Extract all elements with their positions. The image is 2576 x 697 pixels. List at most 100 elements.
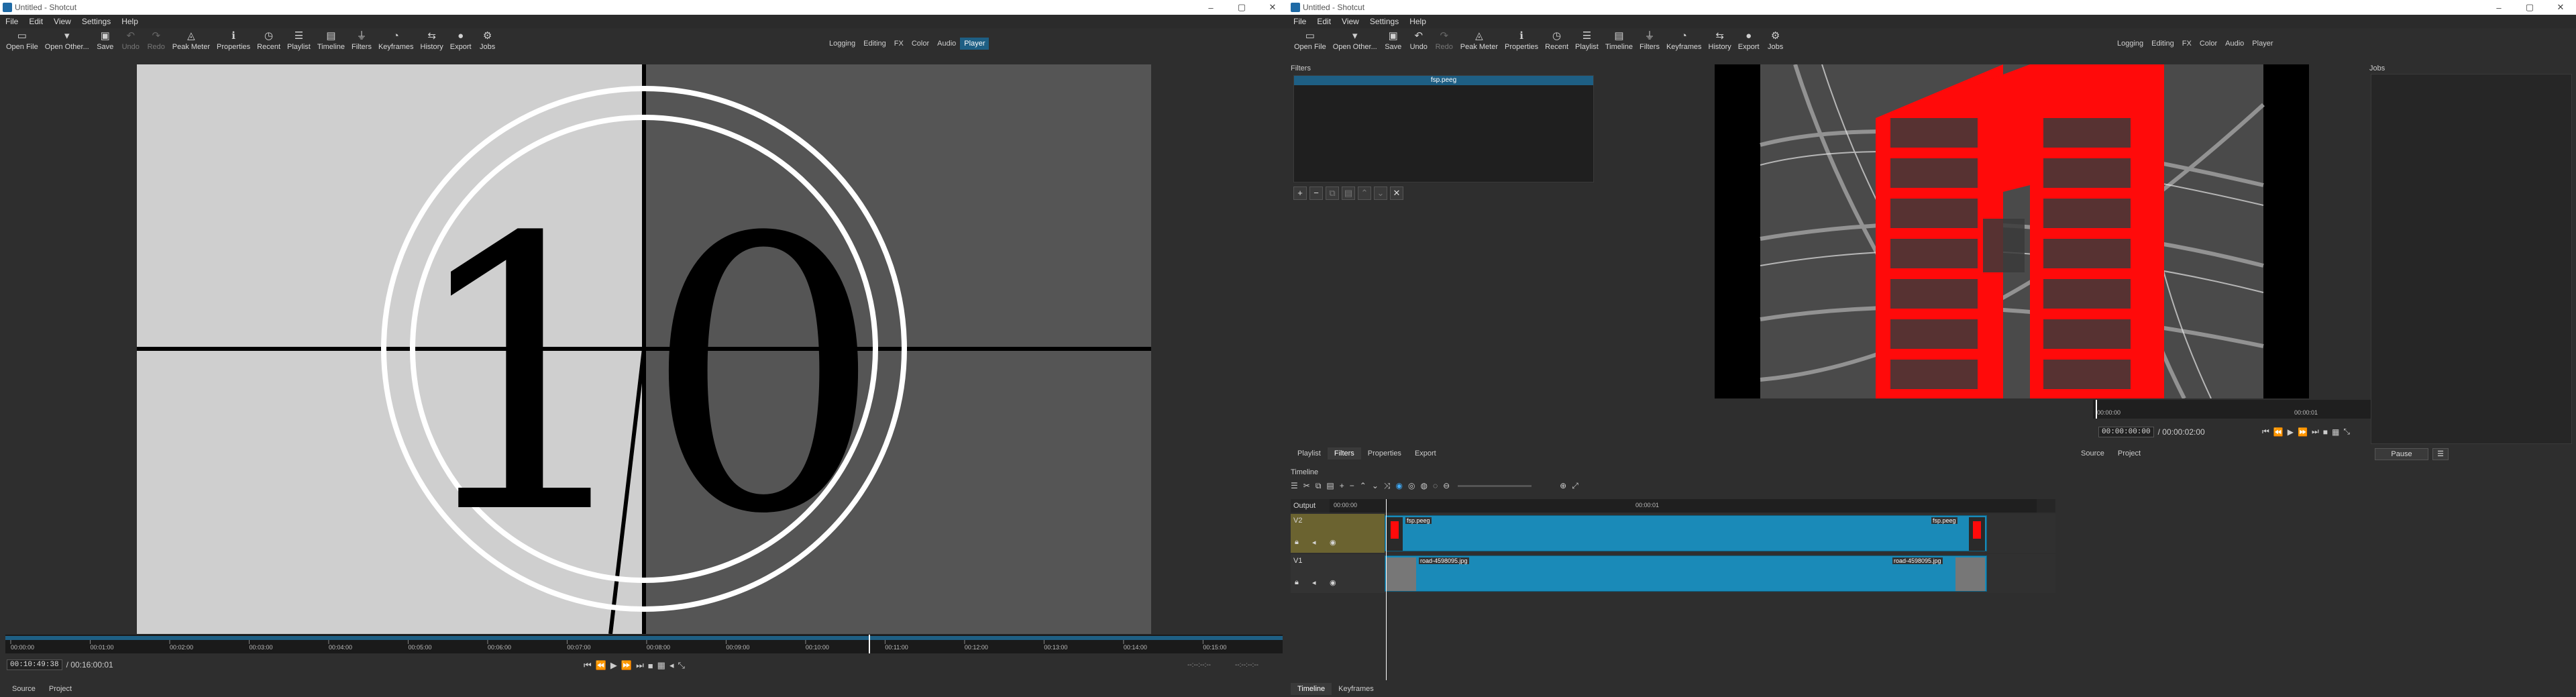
copy-filter-icon[interactable]: ⧉ [1326, 186, 1339, 200]
export-button[interactable]: ● Export [447, 28, 475, 52]
zoom-icon[interactable]: ⤡ [2343, 427, 2350, 437]
menu-file[interactable]: File [0, 17, 23, 26]
zoom-in-icon[interactable]: ⊕ [1560, 481, 1566, 490]
layout-editing[interactable]: Editing [2147, 38, 2178, 50]
remove-filter-button[interactable]: − [1309, 186, 1323, 200]
keyframes-button[interactable]: ◔ Keyframes [1663, 28, 1705, 52]
playlist-button[interactable]: ☰ Playlist [284, 28, 314, 52]
filter-item[interactable]: fsp.peeg [1294, 76, 1593, 85]
tab-keyframes[interactable]: Keyframes [1332, 683, 1381, 695]
undo-button[interactable]: ↶ Undo [1406, 28, 1432, 52]
minimize-button[interactable]: – [1195, 3, 1226, 13]
append-icon[interactable]: + [1340, 481, 1344, 490]
jobs-button[interactable]: ⚙ Jobs [475, 28, 500, 52]
maximize-button[interactable]: ▢ [2514, 2, 2545, 13]
peak-meter-button[interactable]: ◬ Peak Meter [1457, 28, 1501, 52]
project-viewer[interactable] [1715, 64, 2309, 398]
maximize-button[interactable]: ▢ [1226, 2, 1257, 13]
tab-properties[interactable]: Properties [1361, 447, 1408, 460]
grid-icon[interactable]: ▦ [2332, 427, 2339, 437]
zoom-slider[interactable] [1458, 484, 1532, 487]
track-header-v1[interactable]: V1 🔒︎ ◂ ◉ [1291, 554, 1385, 593]
timeline-menu-icon[interactable]: ☰ [1291, 481, 1298, 490]
properties-button[interactable]: ℹ Properties [213, 28, 254, 52]
skip-end-icon[interactable]: ⏭ [636, 660, 644, 671]
tab-export[interactable]: Export [1408, 447, 1443, 460]
jobs-button[interactable]: ⚙ Jobs [1763, 28, 1788, 52]
split-icon[interactable]: ⤨ [1384, 481, 1391, 491]
menu-view[interactable]: View [48, 17, 76, 26]
open-other-button[interactable]: ▾ Open Other... [42, 28, 93, 52]
recent-button[interactable]: ◷ Recent [254, 28, 284, 52]
clip-fsp-peeg[interactable]: fsp.peeg fsp.peeg [1385, 515, 1987, 551]
layout-player[interactable]: Player [960, 38, 989, 50]
layout-fx[interactable]: FX [2178, 38, 2196, 50]
stop-icon[interactable]: ■ [648, 661, 653, 671]
play-icon[interactable]: ▶ [610, 660, 617, 671]
eye-icon[interactable]: ◉ [1330, 578, 1336, 587]
menu-file[interactable]: File [1288, 17, 1311, 26]
layout-logging[interactable]: Logging [825, 38, 859, 50]
pause-button[interactable]: Pause [2375, 448, 2428, 460]
timeline-playhead[interactable] [1386, 499, 1387, 680]
layout-fx[interactable]: FX [890, 38, 908, 50]
filters-list[interactable]: fsp.peeg [1293, 75, 1594, 182]
layout-editing[interactable]: Editing [859, 38, 890, 50]
export-button[interactable]: ● Export [1735, 28, 1763, 52]
copy-icon[interactable]: ⧉ [1316, 481, 1322, 491]
close-button[interactable]: ✕ [1257, 2, 1288, 13]
open-file-button[interactable]: ▭ Open File [1291, 28, 1330, 52]
viewer-playhead[interactable] [2096, 400, 2097, 419]
layout-player[interactable]: Player [2248, 38, 2277, 50]
filters-button[interactable]: ⏚ Filters [348, 28, 375, 52]
add-filter-button[interactable]: + [1293, 186, 1307, 200]
fast-forward-icon[interactable]: ⏩ [621, 660, 632, 671]
lock-icon[interactable]: 🔒︎ [1295, 578, 1299, 587]
skip-start-icon[interactable]: ⏮ [2262, 427, 2269, 437]
stop-icon[interactable]: ■ [2323, 427, 2328, 437]
skip-start-icon[interactable]: ⏮ [584, 660, 592, 671]
redo-button[interactable]: ↷ Redo [144, 28, 169, 52]
tab-project[interactable]: Project [2111, 447, 2147, 460]
history-button[interactable]: ⇆ History [1705, 28, 1735, 52]
menu-edit[interactable]: Edit [23, 17, 48, 26]
zoom-fit-icon[interactable]: ⤢ [1572, 481, 1578, 491]
clip-road-jpg[interactable]: road-4598095.jpg road-4598095.jpg [1385, 555, 1987, 592]
lift-icon[interactable]: ⌃ [1360, 481, 1366, 490]
mute-icon[interactable]: ◂ [1312, 578, 1316, 587]
layout-audio[interactable]: Audio [2221, 38, 2248, 50]
source-viewer[interactable]: 10 [137, 64, 1151, 634]
tab-source[interactable]: Source [5, 683, 42, 695]
menu-settings[interactable]: Settings [76, 17, 116, 26]
zoom-out-icon[interactable]: ⊖ [1443, 481, 1450, 490]
track-header-v2[interactable]: V2 🔒︎ ◂ ◉ [1291, 514, 1385, 553]
volume-icon[interactable]: ◂ [669, 660, 674, 671]
tab-playlist[interactable]: Playlist [1291, 447, 1328, 460]
playlist-button[interactable]: ☰ Playlist [1572, 28, 1602, 52]
save-button[interactable]: ▣ Save [93, 28, 118, 52]
open-other-button[interactable]: ▾ Open Other... [1330, 28, 1381, 52]
properties-button[interactable]: ℹ Properties [1501, 28, 1542, 52]
rewind-icon[interactable]: ⏪ [2273, 427, 2284, 437]
layout-logging[interactable]: Logging [2113, 38, 2147, 50]
redo-button[interactable]: ↷ Redo [1432, 28, 1457, 52]
position-timecode[interactable]: 00:10:49:38 [7, 659, 62, 670]
timeline-button[interactable]: ▤ Timeline [1602, 28, 1636, 52]
remove-icon[interactable]: − [1350, 481, 1354, 490]
cut-icon[interactable]: ✂ [1303, 481, 1310, 490]
overwrite-icon[interactable]: ⌄ [1372, 481, 1379, 490]
lock-icon[interactable]: 🔒︎ [1295, 538, 1299, 547]
viewer-position-timecode[interactable]: 00:00:00:00 [2098, 427, 2154, 437]
menu-help[interactable]: Help [1404, 17, 1432, 26]
eye-icon[interactable]: ◉ [1330, 538, 1336, 547]
jobs-list[interactable] [2371, 74, 2572, 444]
recent-button[interactable]: ◷ Recent [1542, 28, 1572, 52]
filters-button[interactable]: ⏚ Filters [1636, 28, 1663, 52]
menu-edit[interactable]: Edit [1311, 17, 1336, 26]
fast-forward-icon[interactable]: ⏩ [2298, 427, 2308, 437]
close-button[interactable]: ✕ [2545, 2, 2576, 13]
menu-view[interactable]: View [1336, 17, 1364, 26]
layout-audio[interactable]: Audio [933, 38, 960, 50]
jobs-menu-icon[interactable]: ☰ [2432, 448, 2449, 460]
timeline-ruler[interactable]: 00:00:00 00:00:01 [1330, 499, 2037, 513]
